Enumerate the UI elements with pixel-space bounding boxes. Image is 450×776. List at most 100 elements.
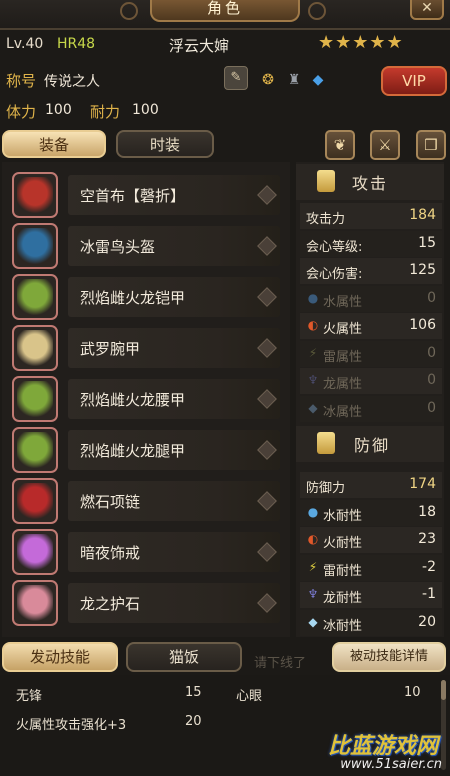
stamina-label: 体力 <box>6 103 37 121</box>
tab-fashion[interactable]: 时装 <box>116 130 214 158</box>
fire-icon: ◐ <box>307 318 319 332</box>
stamina-value: 100 <box>45 102 72 118</box>
stat-label: 火属性 <box>323 322 363 337</box>
edit-title-button[interactable]: ✎ <box>224 66 248 90</box>
skills-scroll-thumb[interactable] <box>441 680 446 700</box>
stat-row <box>300 554 442 581</box>
stat-label: 龙耐性 <box>323 591 363 606</box>
stat-label: 水属性 <box>323 294 363 310</box>
page-title: 角色 <box>150 0 300 22</box>
stat-label: 防御力 <box>306 481 346 496</box>
endurance-label: 耐力 <box>90 103 121 121</box>
passive-skill-details-button[interactable]: 被动技能详情 <box>332 642 446 672</box>
sword-icon: ⚔ <box>378 136 392 154</box>
equipment-slot[interactable] <box>12 478 58 524</box>
equipment-icon <box>17 432 53 468</box>
equipment-slot[interactable] <box>12 223 58 269</box>
stat-value: 125 <box>409 262 436 278</box>
stat-value: 0 <box>427 344 436 361</box>
vip-button[interactable]: VIP <box>381 66 447 96</box>
defense-title: 防御 <box>354 436 391 455</box>
stat-row <box>300 340 442 367</box>
ornament-icon <box>120 2 138 20</box>
skill-name: 无锋 <box>16 689 43 704</box>
equipment-slot[interactable] <box>12 172 58 218</box>
equipment-name: 烈焰雌火龙腰甲 <box>80 391 186 409</box>
tab-equipment[interactable]: 装备 <box>2 130 106 158</box>
stat-row <box>300 395 442 422</box>
equipment-name: 武罗腕甲 <box>80 340 141 358</box>
stat-value: 18 <box>418 503 436 520</box>
equipment-name: 烈焰雌火龙腿甲 <box>80 442 186 460</box>
stat-value: 0 <box>427 289 436 306</box>
player-level: Lv.40 <box>6 36 44 52</box>
guild-icon[interactable]: ♜ <box>284 70 304 90</box>
equipment-slot[interactable] <box>12 274 58 320</box>
shield-swap-button[interactable]: ❦ <box>325 130 355 160</box>
skill-value: 15 <box>185 685 202 700</box>
stat-label: 雷属性 <box>323 349 363 365</box>
equipment-icon <box>17 279 53 315</box>
stat-value: 23 <box>418 531 436 547</box>
stat-label: 攻击力 <box>306 212 346 227</box>
stat-label: 雷耐性 <box>323 563 363 579</box>
stat-row <box>300 368 442 394</box>
equipment-icon <box>17 330 53 366</box>
stat-value: -2 <box>422 558 436 575</box>
equipment-slot[interactable] <box>12 580 58 626</box>
thunder-icon: ⚡ <box>308 345 318 360</box>
lightning-badge-icon[interactable]: ◆ <box>308 70 328 90</box>
pencil-icon: ✎ <box>230 70 242 85</box>
stat-value: -1 <box>422 586 436 602</box>
watermark-url: www.51saier.cn <box>340 757 442 772</box>
stat-value: 106 <box>409 317 436 333</box>
ornament-icon <box>308 2 326 20</box>
title-value: 传说之人 <box>44 74 100 90</box>
stat-label: 水耐性 <box>323 508 363 524</box>
stat-label: 会心等级: <box>306 239 363 255</box>
stat-label: 冰耐性 <box>323 618 363 634</box>
medal-icon[interactable]: ❂ <box>258 70 278 90</box>
tab-active-skills[interactable]: 发动技能 <box>2 642 118 672</box>
book-icon: ❒ <box>424 136 438 154</box>
stat-value: 174 <box>409 476 436 492</box>
ice-icon: ◆ <box>308 614 318 629</box>
attack-title: 攻击 <box>352 174 389 193</box>
stat-label: 火耐性 <box>323 536 363 551</box>
stat-row <box>300 285 442 312</box>
stat-row <box>300 582 442 608</box>
ghost-text: 请下线了 <box>254 656 307 671</box>
fire-icon: ◐ <box>307 532 319 546</box>
water-icon: ● <box>307 504 319 519</box>
equipment-icon <box>17 228 53 264</box>
equipment-name: 暗夜饰戒 <box>80 544 141 562</box>
rank-stars: ★★★★★ <box>318 32 404 53</box>
equipment-icon <box>17 381 53 417</box>
water-icon: ● <box>307 290 319 305</box>
stat-value: 0 <box>427 399 436 416</box>
thunder-icon: ⚡ <box>308 559 318 574</box>
stat-value: 20 <box>418 613 436 630</box>
equipment-slot[interactable] <box>12 325 58 371</box>
equipment-icon <box>17 483 53 519</box>
watermark-logo: 比蓝游戏网 <box>327 734 438 759</box>
weapon-button[interactable]: ⚔ <box>370 130 400 160</box>
equipment-slot[interactable] <box>12 376 58 422</box>
equipment-icon <box>17 585 53 621</box>
equipment-name: 空首布【磬折】 <box>80 187 186 205</box>
tab-cat-food[interactable]: 猫饭 <box>126 642 242 672</box>
skill-name: 火属性攻击强化+3 <box>16 718 127 733</box>
equipment-icon <box>17 534 53 570</box>
ice-icon: ◆ <box>308 400 318 415</box>
book-button[interactable]: ❒ <box>416 130 446 160</box>
stat-value: 184 <box>409 207 436 223</box>
equipment-slot[interactable] <box>12 427 58 473</box>
skill-value: 20 <box>185 714 202 729</box>
close-button[interactable]: ✕ <box>410 0 444 20</box>
equipment-slot[interactable] <box>12 529 58 575</box>
scroll-icon <box>317 170 335 192</box>
skill-name: 心眼 <box>236 689 263 704</box>
hunter-rank: HR48 <box>57 36 96 52</box>
horn-icon: ❦ <box>333 136 347 154</box>
stat-label: 龙属性 <box>323 377 363 392</box>
